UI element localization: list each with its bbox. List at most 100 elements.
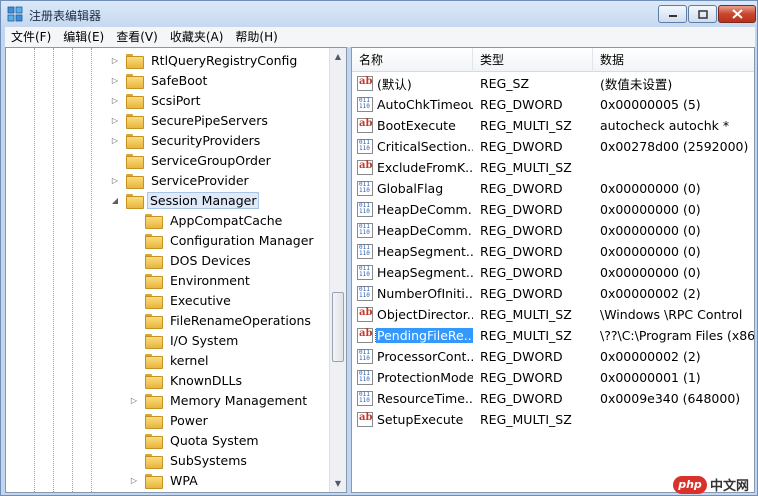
tree-node[interactable]: Environment <box>128 270 254 290</box>
value-row[interactable]: HeapSegment... REG_DWORD 0x00000000 (0) <box>352 262 754 283</box>
value-row[interactable]: (默认) REG_SZ (数值未设置) <box>352 73 754 94</box>
tree-node[interactable]: Quota System <box>128 430 263 450</box>
tree-node[interactable]: ▷ ScsiPort <box>109 90 205 110</box>
tree-node[interactable]: I/O System <box>128 330 242 350</box>
tree-node[interactable]: ▷ RtlQueryRegistryConfig <box>109 50 301 70</box>
tree-node[interactable]: Power <box>128 410 212 430</box>
expand-arrow-icon[interactable]: ▷ <box>109 134 121 146</box>
folder-icon <box>145 453 163 469</box>
value-row[interactable]: AutoChkTimeout REG_DWORD 0x00000005 (5) <box>352 94 754 115</box>
tree-scrollbar[interactable]: ▲ ▼ <box>329 48 346 492</box>
tree-node-label: SubSystems <box>170 452 247 468</box>
value-row[interactable]: HeapDeComm... REG_DWORD 0x00000000 (0) <box>352 199 754 220</box>
tree-node-label: Quota System <box>170 432 259 448</box>
value-name-cell: ProtectionMode <box>352 370 473 385</box>
binary-value-icon <box>357 202 373 217</box>
tree-node[interactable]: AppCompatCache <box>128 210 286 230</box>
tree-node-label: ScsiPort <box>151 92 201 108</box>
tree-node[interactable]: ◢ Session Manager <box>109 190 260 210</box>
value-row[interactable]: PendingFileRe... REG_MULTI_SZ \??\C:\Progr… <box>352 325 754 346</box>
value-name: NumberOfIniti... <box>377 286 473 301</box>
value-name-cell: GlobalFlag <box>352 181 473 196</box>
registry-editor-icon <box>7 6 23 22</box>
tree-node[interactable]: ServiceGroupOrder <box>109 150 275 170</box>
expand-arrow-icon[interactable]: ▷ <box>109 54 121 66</box>
value-row[interactable]: ProcessorCont... REG_DWORD 0x00000002 (2) <box>352 346 754 367</box>
tree-guide-line <box>72 48 73 492</box>
value-name-cell: HeapSegment... <box>352 244 473 259</box>
value-type: REG_DWORD <box>480 286 563 301</box>
value-name-cell: CriticalSection... <box>352 139 473 154</box>
value-row[interactable]: BootExecute REG_MULTI_SZ autocheck autochk… <box>352 115 754 136</box>
title-bar[interactable]: 注册表编辑器 <box>1 1 757 27</box>
menu-help[interactable]: 帮助(H) <box>229 27 283 47</box>
column-header-type[interactable]: 类型 <box>473 48 593 72</box>
binary-value-icon <box>357 139 373 154</box>
minimize-button[interactable] <box>658 5 687 23</box>
value-name: ProtectionMode <box>377 370 473 385</box>
folder-icon <box>126 113 144 129</box>
value-row[interactable]: ResourceTime... REG_DWORD 0x0009e340 (6480… <box>352 388 754 409</box>
expand-arrow-icon[interactable]: ▷ <box>109 114 121 126</box>
tree-node[interactable]: KnownDLLs <box>128 370 246 390</box>
value-type: REG_MULTI_SZ <box>480 118 572 133</box>
watermark-logo: php <box>673 475 707 494</box>
collapse-arrow-icon[interactable]: ◢ <box>109 194 121 206</box>
folder-icon <box>145 433 163 449</box>
tree-node[interactable]: ▷ WPA <box>128 470 202 490</box>
tree-node[interactable]: ▷ SecurityProviders <box>109 130 264 150</box>
menu-bar: 文件(F) 编辑(E) 查看(V) 收藏夹(A) 帮助(H) <box>5 27 755 47</box>
tree-node[interactable]: kernel <box>128 350 213 370</box>
close-button[interactable] <box>718 5 756 23</box>
menu-view[interactable]: 查看(V) <box>110 27 164 47</box>
menu-file[interactable]: 文件(F) <box>5 27 57 47</box>
expand-arrow-icon[interactable]: ▷ <box>109 174 121 186</box>
expand-arrow-icon[interactable]: ▷ <box>109 94 121 106</box>
menu-favorites[interactable]: 收藏夹(A) <box>164 27 230 47</box>
key-tree-panel[interactable]: ▷ RtlQueryRegistryConfig ▷ SafeBoot ▷ ScsiPor… <box>5 47 347 493</box>
scroll-down-icon[interactable]: ▼ <box>330 475 346 492</box>
value-row[interactable]: HeapDeComm... REG_DWORD 0x00000000 (0) <box>352 220 754 241</box>
value-row[interactable]: GlobalFlag REG_DWORD 0x00000000 (0) <box>352 178 754 199</box>
tree-node[interactable]: DOS Devices <box>128 250 255 270</box>
folder-icon <box>145 353 163 369</box>
tree-node[interactable]: ▷ ServiceProvider <box>109 170 253 190</box>
value-row[interactable]: HeapSegment... REG_DWORD 0x00000000 (0) <box>352 241 754 262</box>
column-header-data[interactable]: 数据 <box>593 48 754 72</box>
close-icon <box>731 9 743 19</box>
tree-node[interactable]: Executive <box>128 290 235 310</box>
tree-node-label: kernel <box>170 352 209 368</box>
value-row[interactable]: ObjectDirector... REG_MULTI_SZ \Windows \R… <box>352 304 754 325</box>
expand-arrow-icon[interactable]: ▷ <box>109 74 121 86</box>
tree-node[interactable]: SubSystems <box>128 450 251 470</box>
tree-node[interactable]: ▷ Memory Management <box>128 390 311 410</box>
tree-node[interactable]: ▷ SafeBoot <box>109 70 211 90</box>
value-type: REG_DWORD <box>480 370 563 385</box>
maximize-icon <box>697 9 708 19</box>
value-row[interactable]: ExcludeFromK... REG_MULTI_SZ <box>352 157 754 178</box>
value-name: HeapSegment... <box>377 265 473 280</box>
values-list-panel[interactable]: 名称 类型 数据 (默认) REG_SZ (数值未设置) AutoChkTimeout… <box>351 47 755 493</box>
menu-edit[interactable]: 编辑(E) <box>57 27 110 47</box>
maximize-button[interactable] <box>688 5 717 23</box>
value-name-cell: NumberOfIniti... <box>352 286 473 301</box>
column-header-name[interactable]: 名称 <box>352 48 473 72</box>
tree-node[interactable]: Configuration Manager <box>128 230 318 250</box>
value-name-cell: SetupExecute <box>352 412 473 427</box>
tree-node-label: Configuration Manager <box>170 232 314 248</box>
expand-arrow-icon[interactable]: ▷ <box>128 474 140 486</box>
tree-node[interactable]: FileRenameOperations <box>128 310 315 330</box>
value-row[interactable]: CriticalSection... REG_DWORD 0x00278d00 (2… <box>352 136 754 157</box>
expand-arrow-icon[interactable]: ▷ <box>128 394 140 406</box>
value-row[interactable]: NumberOfIniti... REG_DWORD 0x00000002 (2) <box>352 283 754 304</box>
value-name-cell: HeapDeComm... <box>352 223 473 238</box>
value-row[interactable]: ProtectionMode REG_DWORD 0x00000001 (1) <box>352 367 754 388</box>
tree-node-label: ServiceGroupOrder <box>151 152 271 168</box>
tree-node[interactable]: ▷ SecurePipeServers <box>109 110 272 130</box>
value-row[interactable]: SetupExecute REG_MULTI_SZ <box>352 409 754 430</box>
scrollbar-thumb[interactable] <box>332 292 344 362</box>
scroll-up-icon[interactable]: ▲ <box>330 48 346 65</box>
